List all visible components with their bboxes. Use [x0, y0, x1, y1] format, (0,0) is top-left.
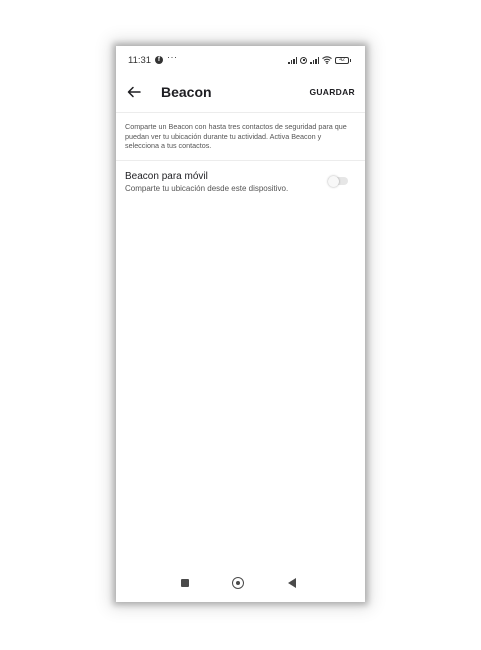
signal-icon-2 — [310, 56, 319, 64]
square-recents-icon[interactable] — [181, 579, 189, 587]
circle-home-icon[interactable] — [232, 577, 244, 589]
save-button[interactable]: GUARDAR — [309, 87, 355, 97]
triangle-back-icon[interactable] — [288, 578, 296, 588]
toggle-knob — [328, 175, 339, 187]
beacon-mobile-toggle[interactable] — [328, 175, 348, 187]
phone-screen: 11:31 f ··· 42 Beacon GUARDAR Comparte u… — [116, 46, 365, 602]
page-title: Beacon — [161, 84, 212, 100]
wifi-icon — [322, 56, 332, 64]
status-indicators: 42 — [288, 55, 351, 65]
toolbar: Beacon GUARDAR — [116, 76, 365, 112]
setting-subtitle: Comparte tu ubicación desde este disposi… — [125, 184, 289, 193]
header-divider — [116, 112, 365, 113]
battery-icon: 42 — [335, 56, 351, 64]
section-divider — [116, 160, 365, 161]
status-bar: 11:31 f ··· 42 — [116, 46, 365, 76]
beacon-mobile-setting-row[interactable]: Beacon para móvil Comparte tu ubicación … — [116, 166, 365, 200]
navigation-bar — [116, 574, 365, 594]
facebook-notification-icon: f — [155, 56, 163, 64]
signal-icon — [288, 56, 297, 64]
status-time: 11:31 — [128, 55, 152, 66]
arrow-left-icon[interactable] — [126, 84, 142, 100]
beacon-description: Comparte un Beacon con hasta tres contac… — [125, 122, 347, 151]
sim-status-icon — [300, 56, 307, 64]
setting-title: Beacon para móvil — [125, 171, 208, 182]
more-notifications-icon: ··· — [167, 52, 178, 62]
